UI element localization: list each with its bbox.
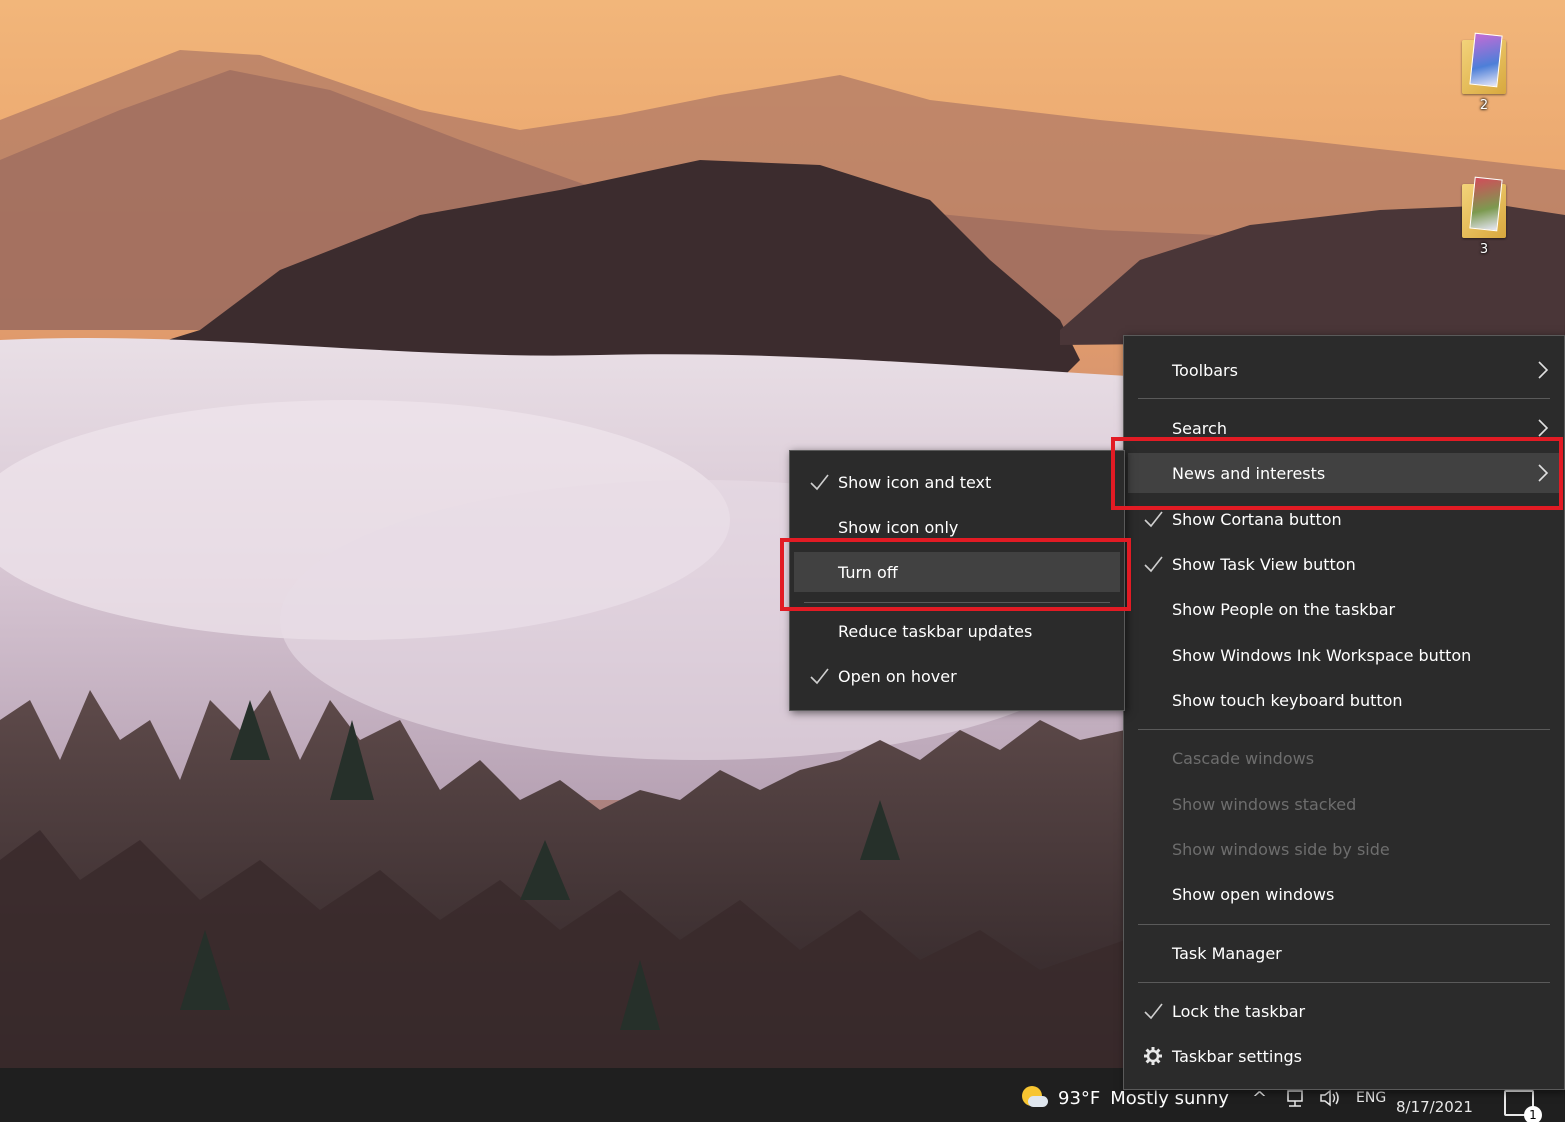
submenu-item-show-icon-and-text[interactable]: Show icon and text	[794, 462, 1120, 502]
menu-item-label: Show windows side by side	[1172, 839, 1390, 859]
submenu-item-open-on-hover[interactable]: Open on hover	[794, 656, 1120, 696]
submenu-item-label: Show icon only	[838, 517, 959, 537]
menu-item-label: Search	[1172, 418, 1227, 438]
submenu-item-label: Turn off	[838, 562, 898, 582]
menu-item-label: Show Task View button	[1172, 554, 1356, 574]
menu-item-show-touch-keyboard-button[interactable]: Show touch keyboard button	[1128, 680, 1560, 720]
menu-item-task-manager[interactable]: Task Manager	[1128, 933, 1560, 973]
submenu-item-show-icon-only[interactable]: Show icon only	[794, 507, 1120, 547]
menu-item-label: News and interests	[1172, 463, 1326, 483]
menu-item-toolbars[interactable]: Toolbars	[1128, 350, 1560, 390]
desktop-icon-label: 2	[1479, 98, 1489, 113]
menu-item-label: Show touch keyboard button	[1172, 690, 1403, 710]
checkmark-icon	[808, 665, 830, 687]
menu-item-label: Task Manager	[1172, 943, 1282, 963]
menu-item-show-windows-stacked: Show windows stacked	[1128, 784, 1560, 824]
menu-item-show-windows-ink-workspace-button[interactable]: Show Windows Ink Workspace button	[1128, 635, 1560, 675]
menu-item-search[interactable]: Search	[1128, 408, 1560, 448]
partly-sunny-icon	[1020, 1084, 1048, 1112]
menu-separator	[804, 602, 1110, 603]
menu-item-label: Show Cortana button	[1172, 509, 1342, 529]
weather-temperature: 93°F	[1058, 1087, 1101, 1109]
checkmark-icon	[1142, 1000, 1164, 1022]
menu-item-taskbar-settings[interactable]: Taskbar settings	[1128, 1036, 1560, 1076]
checkmark-icon	[1142, 553, 1164, 575]
submenu-item-label: Open on hover	[838, 666, 957, 686]
menu-item-show-open-windows[interactable]: Show open windows	[1128, 874, 1560, 914]
submenu-item-label: Show icon and text	[838, 472, 992, 492]
submenu-item-label: Reduce taskbar updates	[838, 621, 1033, 641]
menu-item-label: Cascade windows	[1172, 748, 1315, 768]
menu-item-label: Show open windows	[1172, 884, 1335, 904]
chevron-right-icon	[1536, 417, 1550, 439]
desktop-icon-label: 3	[1479, 242, 1489, 257]
desktop-icon-2[interactable]: 2	[1454, 32, 1514, 113]
chevron-right-icon	[1536, 462, 1550, 484]
menu-item-label: Show windows stacked	[1172, 794, 1357, 814]
desktop-icon-3[interactable]: 3	[1454, 176, 1514, 257]
menu-separator	[1138, 398, 1550, 399]
menu-item-lock-the-taskbar[interactable]: Lock the taskbar	[1128, 991, 1560, 1031]
taskbar-context-menu: Toolbars Search News and interests Show Cor…	[1123, 335, 1565, 1090]
menu-item-news-and-interests[interactable]: News and interests	[1128, 453, 1560, 493]
folder-icon	[1462, 176, 1506, 238]
folder-icon	[1462, 32, 1506, 94]
menu-item-cascade-windows: Cascade windows	[1128, 738, 1560, 778]
menu-item-label: Taskbar settings	[1172, 1046, 1302, 1066]
notification-count-badge: 1	[1524, 1106, 1542, 1124]
gear-icon	[1142, 1045, 1164, 1067]
submenu-item-reduce-taskbar-updates[interactable]: Reduce taskbar updates	[794, 611, 1120, 651]
menu-separator	[1138, 982, 1550, 983]
menu-item-label: Show People on the taskbar	[1172, 599, 1396, 619]
menu-item-label: Show Windows Ink Workspace button	[1172, 645, 1472, 665]
weather-condition: Mostly sunny	[1110, 1087, 1229, 1109]
menu-item-show-people-on-the-taskbar[interactable]: Show People on the taskbar	[1128, 589, 1560, 629]
checkmark-icon	[1142, 508, 1164, 530]
chevron-up-icon: ^	[1252, 1087, 1268, 1109]
menu-separator	[1138, 924, 1550, 925]
submenu-item-turn-off[interactable]: Turn off	[794, 552, 1120, 592]
menu-separator	[1138, 729, 1550, 730]
menu-item-show-cortana-button[interactable]: Show Cortana button	[1128, 499, 1560, 539]
menu-item-show-task-view-button[interactable]: Show Task View button	[1128, 544, 1560, 584]
news-and-interests-submenu: Show icon and text Show icon only Turn off…	[789, 450, 1125, 711]
language-label: ENG	[1356, 1090, 1387, 1106]
clock-date[interactable]: 8/17/2021	[1396, 1098, 1473, 1116]
menu-item-label: Lock the taskbar	[1172, 1001, 1306, 1021]
checkmark-icon	[808, 471, 830, 493]
chevron-right-icon	[1536, 359, 1550, 381]
notification-center-button[interactable]: 1	[1504, 1090, 1542, 1124]
menu-item-show-windows-side-by-side: Show windows side by side	[1128, 829, 1560, 869]
menu-item-label: Toolbars	[1172, 360, 1238, 380]
